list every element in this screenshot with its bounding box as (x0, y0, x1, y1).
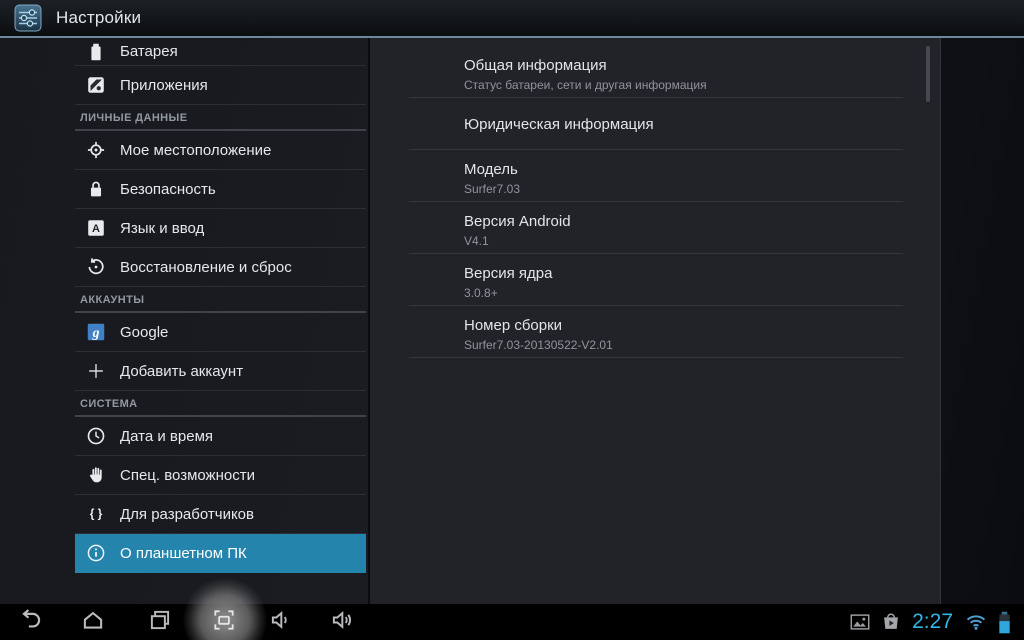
apps-icon (84, 73, 108, 97)
sidebar-item-about-tablet[interactable]: О планшетном ПК (75, 534, 366, 573)
svg-text:A: A (92, 223, 100, 235)
info-icon (84, 541, 108, 565)
detail-row-subtitle: Surfer7.03 (464, 182, 903, 196)
sidebar-item-location[interactable]: Мое местоположение (75, 131, 366, 170)
sidebar-item-google[interactable]: g Google (75, 313, 366, 352)
panel-scrollbar-thumb[interactable] (926, 46, 930, 102)
about-detail-panel: Общая информация Статус батареи, сети и д… (368, 38, 940, 604)
svg-text:g: g (92, 325, 100, 340)
detail-row-subtitle: Статус батареи, сети и другая информация (464, 78, 903, 92)
detail-row-subtitle: Surfer7.03-20130522-V2.01 (464, 338, 903, 352)
status-clock: 2:27 (912, 610, 953, 634)
detail-row-title: Версия ядра (464, 264, 903, 283)
sidebar-item-battery[interactable]: Батарея (75, 38, 366, 66)
sidebar-item-label: Приложения (120, 77, 208, 94)
battery-status-icon (997, 610, 1012, 635)
sidebar-item-apps[interactable]: Приложения (75, 66, 366, 105)
detail-row-title: Номер сборки (464, 316, 903, 335)
sidebar-item-label: О планшетном ПК (120, 545, 247, 562)
sidebar-item-label: Безопасность (120, 181, 216, 198)
sidebar-item-label: Батарея (120, 43, 178, 60)
detail-row-model: Модель Surfer7.03 (409, 150, 903, 202)
detail-row-kernel-version: Версия ядра 3.0.8+ (409, 254, 903, 306)
detail-row-title: Модель (464, 160, 903, 179)
action-bar: Настройки (0, 0, 1024, 38)
sidebar-item-label: Восстановление и сброс (120, 259, 292, 276)
settings-menu: Батарея Приложения ЛИЧНЫЕ ДАННЫЕ Мое местоп… (75, 38, 366, 573)
sidebar-item-label: Язык и ввод (120, 220, 204, 237)
detail-row-general-info[interactable]: Общая информация Статус батареи, сети и д… (409, 46, 903, 98)
picture-icon (848, 611, 872, 633)
settings-app-icon[interactable] (14, 4, 42, 32)
back-button[interactable] (13, 606, 47, 638)
screenshot-button[interactable] (207, 606, 241, 638)
home-icon (79, 607, 107, 638)
volume-down-button[interactable] (264, 606, 298, 638)
detail-row-subtitle: V4.1 (464, 234, 903, 248)
page-title: Настройки (56, 8, 141, 28)
sidebar-item-security[interactable]: Безопасность (75, 170, 366, 209)
detail-row-legal-info[interactable]: Юридическая информация (409, 98, 903, 150)
developer-icon: { } (84, 502, 108, 526)
lock-icon (84, 177, 108, 201)
recents-button[interactable] (143, 606, 177, 638)
detail-row-build-number[interactable]: Номер сборки Surfer7.03-20130522-V2.01 (409, 306, 903, 358)
sidebar-item-backup-reset[interactable]: Восстановление и сброс (75, 248, 366, 287)
plus-icon (84, 359, 108, 383)
sidebar-section-header-personal: ЛИЧНЫЕ ДАННЫЕ (75, 105, 366, 131)
svg-text:{ }: { } (90, 507, 103, 521)
volume-down-icon (267, 607, 295, 638)
play-store-icon (880, 611, 902, 633)
sidebar-item-label: Для разработчиков (120, 506, 254, 523)
volume-up-button[interactable] (325, 606, 359, 638)
detail-row-title: Общая информация (464, 56, 903, 75)
sidebar-item-language-input[interactable]: A Язык и ввод (75, 209, 366, 248)
restore-icon (84, 255, 108, 279)
sidebar-item-label: Google (120, 324, 168, 341)
sidebar-section-header-system: СИСТЕМА (75, 391, 366, 417)
recents-icon (146, 607, 174, 638)
android-settings-screen: Настройки Батарея Приложения ЛИЧНЫЕ ДАННЫЕ… (0, 0, 1024, 640)
sidebar-item-label: Добавить аккаунт (120, 363, 243, 380)
screenshot-icon (210, 607, 238, 638)
battery-icon (84, 40, 108, 64)
sidebar-item-label: Дата и время (120, 428, 213, 445)
sidebar-item-date-time[interactable]: Дата и время (75, 417, 366, 456)
home-button[interactable] (76, 606, 110, 638)
status-tray[interactable]: 2:27 (848, 610, 1024, 635)
volume-up-icon (328, 607, 356, 638)
system-navigation-bar: 2:27 (0, 604, 1024, 640)
sidebar-item-add-account[interactable]: Добавить аккаунт (75, 352, 366, 391)
sidebar-item-label: Мое местоположение (120, 142, 271, 159)
back-icon (15, 606, 45, 638)
detail-row-subtitle: 3.0.8+ (464, 286, 903, 300)
sidebar-item-accessibility[interactable]: Спец. возможности (75, 456, 366, 495)
clock-icon (84, 424, 108, 448)
accessibility-icon (84, 463, 108, 487)
wifi-icon (963, 610, 989, 634)
google-icon: g (84, 320, 108, 344)
detail-row-title: Версия Android (464, 212, 903, 231)
about-list: Общая информация Статус батареи, сети и д… (370, 46, 940, 358)
language-icon: A (84, 216, 108, 240)
sidebar-item-developer[interactable]: { } Для разработчиков (75, 495, 366, 534)
sidebar-item-label: Спец. возможности (120, 467, 255, 484)
sidebar-section-header-accounts: АККАУНТЫ (75, 287, 366, 313)
detail-row-title: Юридическая информация (464, 115, 903, 134)
location-icon (84, 138, 108, 162)
detail-row-android-version: Версия Android V4.1 (409, 202, 903, 254)
